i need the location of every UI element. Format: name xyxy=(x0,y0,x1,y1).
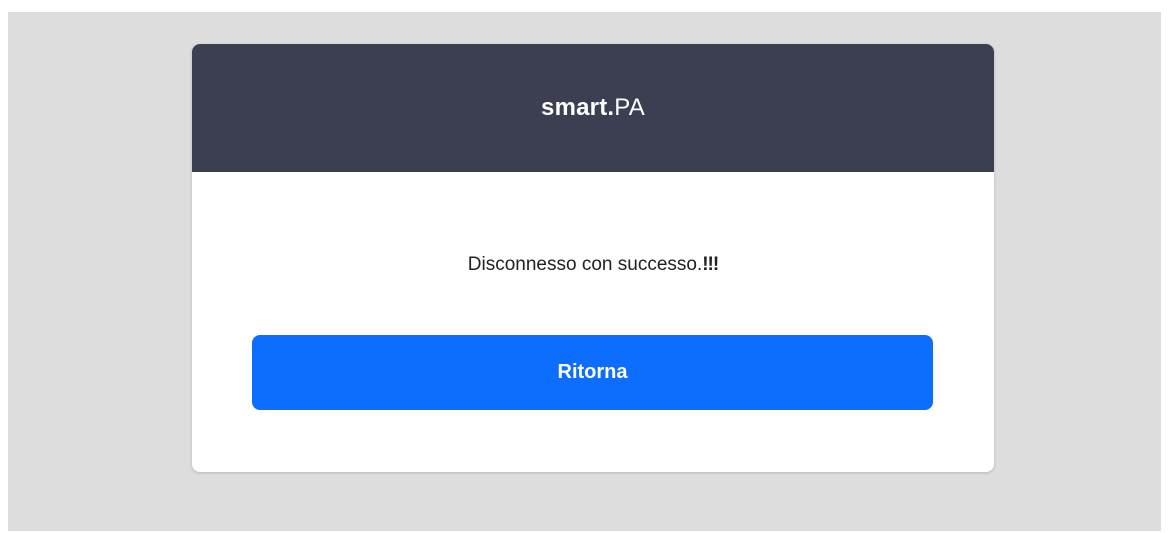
page-background: smart.PA Disconnesso con successo.!!! Ri… xyxy=(8,12,1161,531)
logout-message-text: Disconnesso con successo. xyxy=(467,254,703,275)
card-header: smart.PA xyxy=(192,44,994,172)
brand-name-strong: smart. xyxy=(541,94,615,121)
logout-message: Disconnesso con successo.!!! xyxy=(192,254,994,276)
card-body: Disconnesso con successo.!!! Ritorna xyxy=(192,172,994,472)
return-button[interactable]: Ritorna xyxy=(252,335,933,410)
logout-message-emphasis: !!! xyxy=(702,254,719,275)
brand-name-light: PA xyxy=(614,94,645,121)
logout-card: smart.PA Disconnesso con successo.!!! Ri… xyxy=(192,44,994,472)
brand-logo: smart.PA xyxy=(541,94,645,122)
